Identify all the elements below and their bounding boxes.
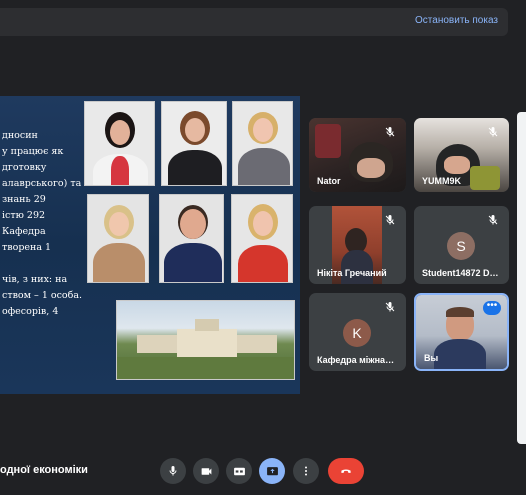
slide-line: у працює як [2, 146, 64, 157]
more-vert-icon [305, 466, 307, 476]
staff-photo [232, 101, 293, 186]
slide-line: офесорів, 4 [2, 306, 59, 317]
participant-tile-self[interactable]: ••• Вы [414, 293, 509, 371]
slide-line: дготовку [2, 162, 47, 173]
camera-button[interactable] [193, 458, 219, 484]
participant-name: Nator [317, 176, 341, 186]
microphone-icon [169, 466, 177, 476]
slide-text-top: дносин у працює як дготовку алаврського)… [2, 128, 86, 256]
participant-name: Student14872 D… [422, 268, 499, 278]
slide-line: знань 29 [2, 194, 46, 205]
participant-name: Кафедра міжна… [317, 355, 395, 365]
camera-icon [201, 467, 211, 475]
slide-line: алаврського) та [2, 178, 82, 189]
presentation-banner: Остановить показ [0, 8, 508, 36]
participant-avatar: K [343, 319, 371, 347]
participant-tile-nator[interactable]: Nator [309, 118, 406, 192]
more-options-icon[interactable]: ••• [483, 301, 501, 315]
captions-icon [233, 467, 245, 475]
present-screen-button[interactable] [259, 458, 285, 484]
stop-presenting-button[interactable]: Остановить показ [415, 15, 498, 26]
participant-name: Нікіта Гречаний [317, 268, 387, 278]
slide-line: Кафедра [2, 226, 46, 237]
staff-photo [87, 194, 149, 283]
mic-off-icon [488, 215, 498, 225]
side-panel-scrollbar[interactable] [517, 112, 526, 444]
participant-tile-nikita[interactable]: Нікіта Гречаний [309, 206, 406, 284]
mic-off-icon [385, 302, 395, 312]
present-screen-icon [266, 466, 278, 475]
participant-tile-kafedra[interactable]: K Кафедра міжна… [309, 293, 406, 371]
participant-avatar: S [447, 232, 475, 260]
more-options-button[interactable] [293, 458, 319, 484]
participant-tile-student[interactable]: S Student14872 D… [414, 206, 509, 284]
university-building-photo [116, 300, 295, 380]
meeting-controls-bar: одної економіки [0, 450, 526, 495]
captions-button[interactable] [226, 458, 252, 484]
participant-name: Вы [424, 353, 439, 363]
staff-photo [84, 101, 155, 186]
mic-button[interactable] [160, 458, 186, 484]
shared-slide: дносин у працює як дготовку алаврського)… [0, 96, 300, 394]
end-call-button[interactable] [328, 458, 364, 484]
mic-off-icon [385, 127, 395, 137]
staff-photo [159, 194, 224, 283]
meeting-title: одної економіки [0, 464, 88, 476]
participant-tile-yumm9k[interactable]: YUMM9K [414, 118, 509, 192]
mic-off-icon [385, 215, 395, 225]
slide-line: дносин [2, 130, 38, 141]
slide-line: творена 1 [2, 242, 52, 253]
hang-up-icon [341, 469, 351, 474]
staff-photo [161, 101, 227, 186]
slide-line: істю 292 [2, 210, 46, 221]
slide-line: ством – 1 особа. [2, 290, 83, 301]
mic-off-icon [488, 127, 498, 137]
staff-photo [231, 194, 293, 283]
participant-name: YUMM9K [422, 176, 462, 186]
